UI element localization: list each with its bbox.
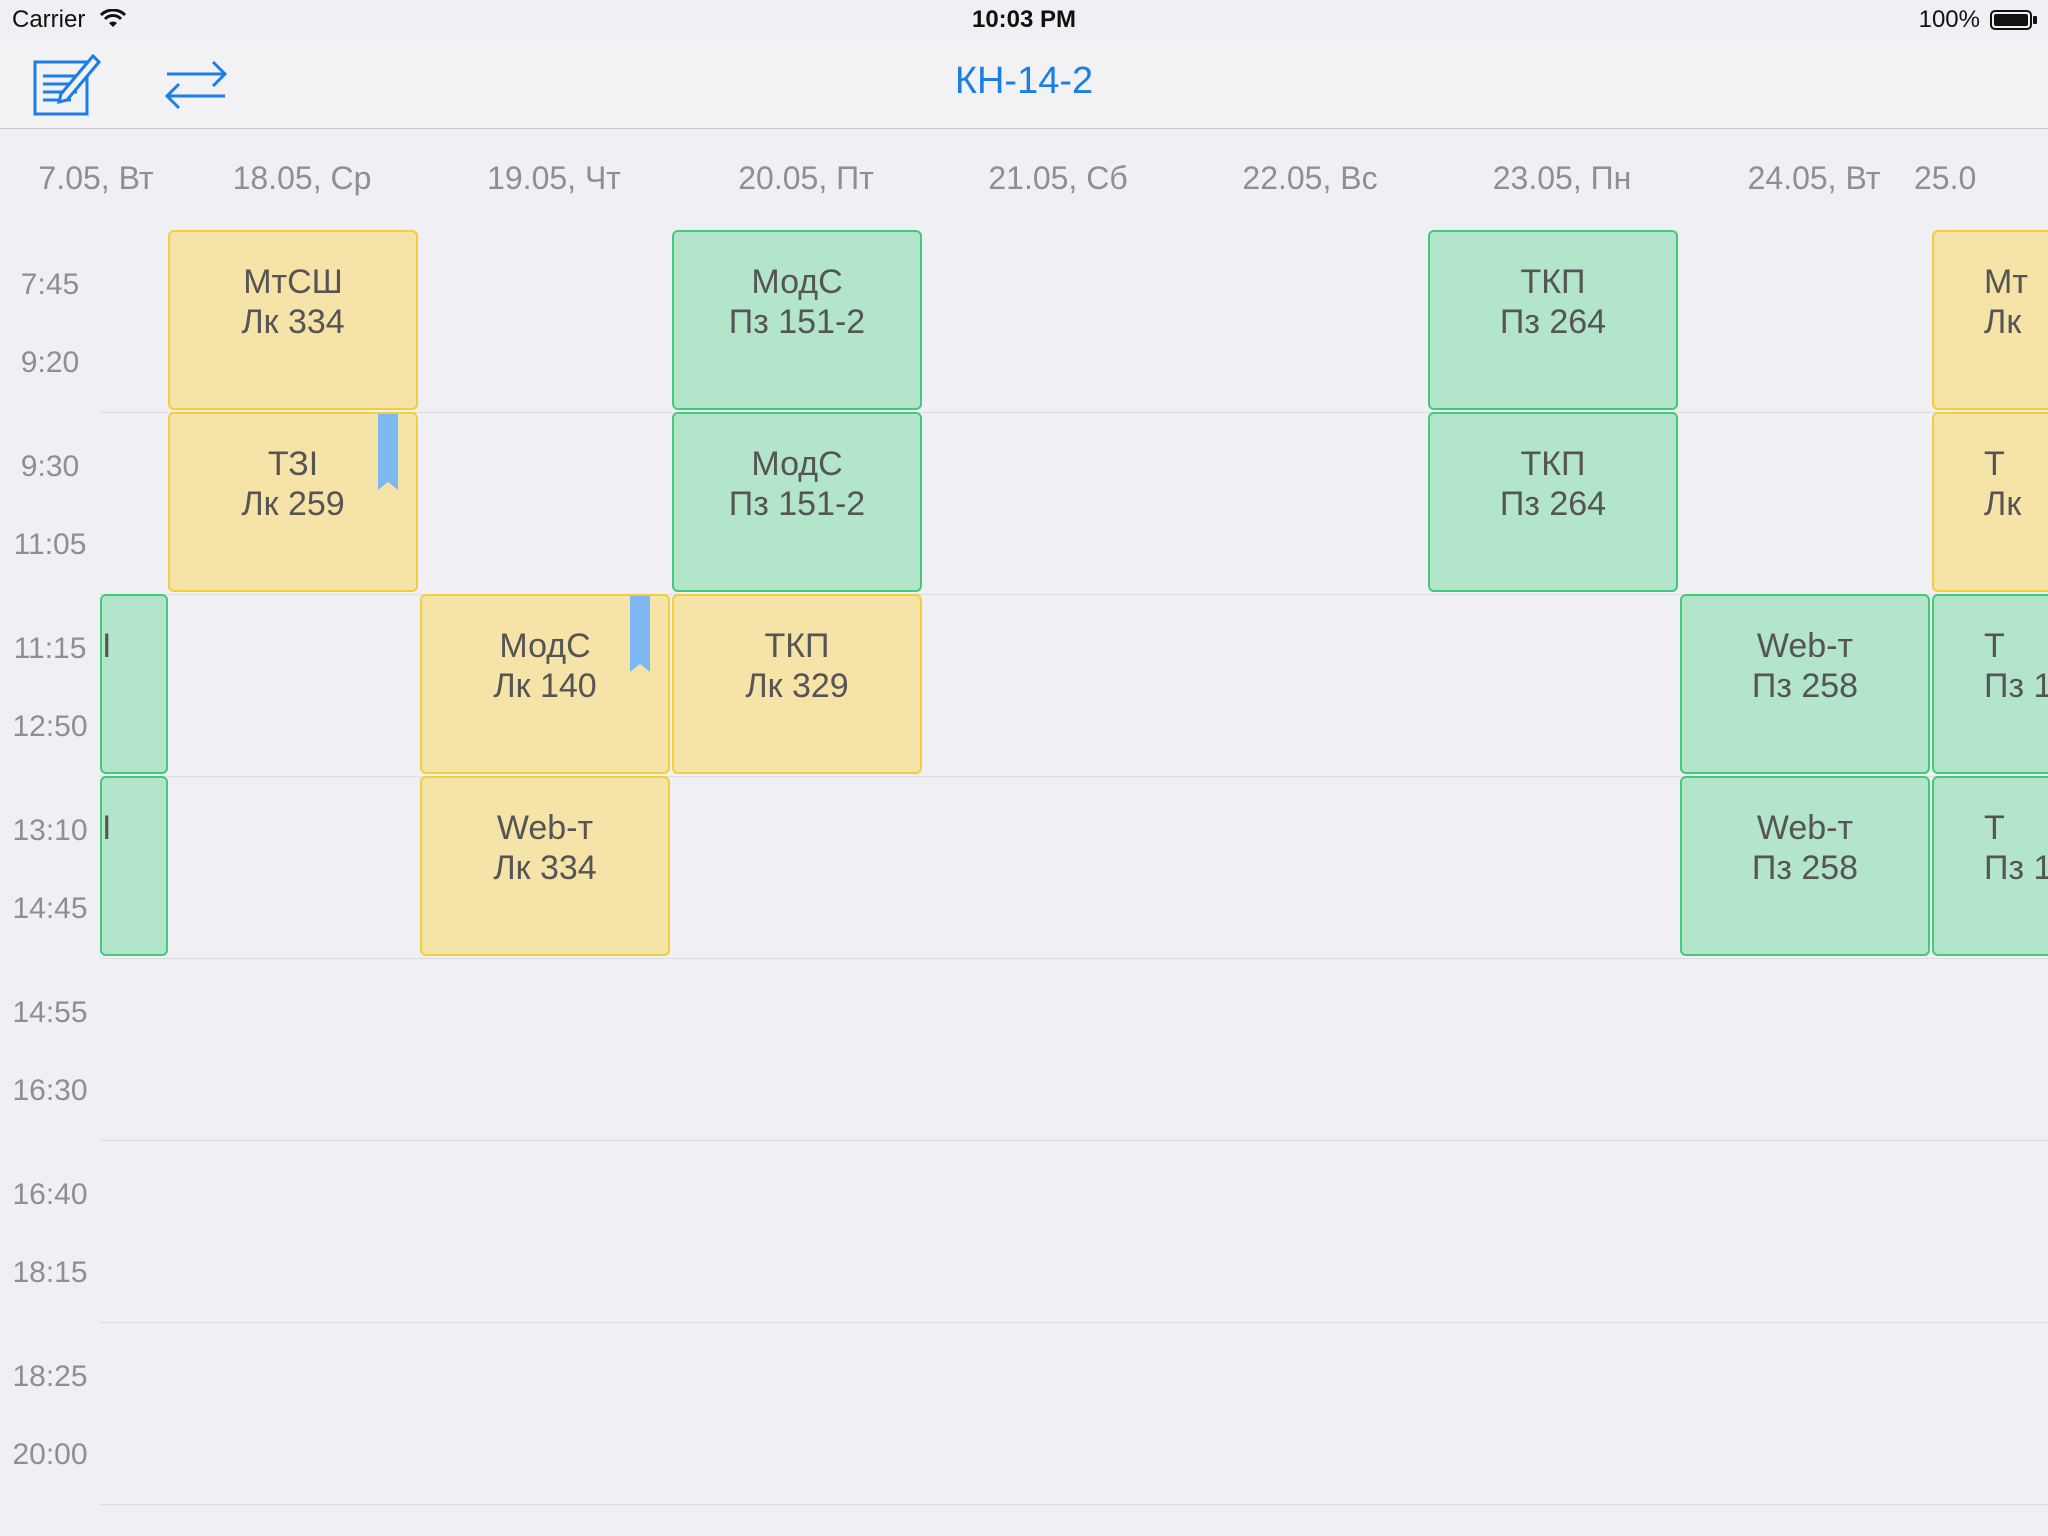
battery-percent: 100%	[1918, 6, 1980, 33]
slot-end-time: 9:20	[20, 346, 80, 379]
lesson-card[interactable]: Т Лк	[1932, 412, 2048, 592]
lesson-subject: Web-т	[1756, 809, 1854, 847]
slot-end-time: 11:05	[13, 528, 87, 561]
lesson-subject: Web-т	[1756, 627, 1854, 665]
day-header: 25.0	[1914, 160, 1977, 196]
lesson-subject: ТКП	[1520, 263, 1586, 301]
lesson-card[interactable]: Т Пз 1	[1932, 594, 2048, 774]
lesson-card[interactable]: Т Пз 1	[1932, 776, 2048, 956]
day-header: 22.05, Вс	[1242, 160, 1378, 196]
row-separator	[100, 1140, 2048, 1141]
slot-end-time: 18:15	[12, 1256, 88, 1289]
lesson-subject: Т	[1984, 809, 2005, 847]
slot-start-time: 18:25	[12, 1360, 88, 1393]
lesson-room: Пз 264	[1499, 303, 1607, 341]
slot-start-time: 14:55	[12, 996, 88, 1029]
lesson-subject: МодС	[499, 627, 591, 665]
lesson-card[interactable]: I	[100, 776, 168, 956]
bookmark-icon	[630, 596, 650, 672]
lesson-room: Пз 258	[1751, 849, 1859, 887]
slot-end-time: 20:00	[12, 1438, 88, 1471]
lesson-card[interactable]: Web-т Пз 258	[1680, 776, 1930, 956]
row-separator	[100, 1504, 2048, 1505]
day-header: 19.05, Чт	[487, 160, 621, 196]
lesson-card[interactable]: ТКП Пз 264	[1428, 412, 1678, 592]
battery-icon	[1990, 10, 2038, 30]
lesson-subject: Мт	[1984, 263, 2028, 301]
lesson-subject: ТЗІ	[267, 445, 319, 483]
day-header: 23.05, Пн	[1492, 160, 1632, 196]
lesson-subject: МтСШ	[243, 263, 343, 301]
slot-end-time: 12:50	[12, 710, 88, 743]
lesson-card[interactable]: I	[100, 594, 168, 774]
lesson-card[interactable]: ТКП Лк 329	[672, 594, 922, 774]
lesson-room: Лк	[1984, 303, 2022, 341]
lesson-subject: Т	[1984, 445, 2005, 483]
lesson-room: Лк	[1984, 485, 2022, 523]
lesson-subject: Web-т	[496, 809, 594, 847]
row-separator	[100, 1322, 2048, 1323]
day-header: 21.05, Сб	[988, 160, 1128, 196]
lesson-card[interactable]: МодС Пз 151-2	[672, 230, 922, 410]
lesson-room: Пз 264	[1499, 485, 1607, 523]
slot-start-time: 13:10	[12, 814, 88, 847]
lesson-card[interactable]: ТКП Пз 264	[1428, 230, 1678, 410]
clock: 10:03 PM	[971, 6, 1077, 33]
row-separator	[100, 958, 2048, 959]
lesson-subject: ТКП	[1520, 445, 1586, 483]
lesson-card[interactable]: Мт Лк	[1932, 230, 2048, 410]
lesson-room: Лк 334	[493, 849, 597, 887]
lesson-room: I	[102, 809, 112, 847]
lesson-room: I	[102, 627, 112, 665]
day-header: 24.05, Вт	[1747, 160, 1881, 196]
lesson-card[interactable]: Web-т Пз 258	[1680, 594, 1930, 774]
lesson-subject: МодС	[751, 263, 843, 301]
slot-start-time: 9:30	[20, 450, 80, 483]
lesson-card[interactable]: ТЗІ Лк 259	[168, 412, 418, 592]
lesson-card[interactable]: МтСШ Лк 334	[168, 230, 418, 410]
lesson-room: Пз 258	[1751, 667, 1859, 705]
lesson-room: Пз 151-2	[728, 303, 866, 341]
lesson-card[interactable]: МодС Пз 151-2	[672, 412, 922, 592]
slot-start-time: 16:40	[12, 1178, 88, 1211]
lesson-room: Лк 334	[241, 303, 345, 341]
lesson-subject: МодС	[751, 445, 843, 483]
lesson-subject: Т	[1984, 627, 2005, 665]
lesson-room: Лк 329	[745, 667, 849, 705]
day-header: 18.05, Ср	[232, 160, 372, 196]
page-title: КН-14-2	[954, 60, 1094, 102]
lesson-room: Лк 259	[241, 485, 345, 523]
bookmark-icon	[378, 414, 398, 490]
lesson-room: Пз 1	[1984, 667, 2048, 705]
lesson-room: Пз 151-2	[728, 485, 866, 523]
slot-end-time: 16:30	[12, 1074, 88, 1107]
day-header: 20.05, Пт	[738, 160, 874, 196]
slot-end-time: 14:45	[12, 892, 88, 925]
slot-start-time: 11:15	[13, 632, 87, 665]
lesson-room: Пз 1	[1984, 849, 2048, 887]
nav-bar: КН-14-2	[0, 40, 2048, 129]
lesson-card[interactable]: МодС Лк 140	[420, 594, 670, 774]
status-bar: Carrier 10:03 PM 100%	[0, 0, 2048, 40]
slot-start-time: 7:45	[20, 268, 80, 301]
lesson-subject: ТКП	[764, 627, 830, 665]
lesson-card[interactable]: Web-т Лк 334	[420, 776, 670, 956]
lesson-room: Лк 140	[493, 667, 597, 705]
